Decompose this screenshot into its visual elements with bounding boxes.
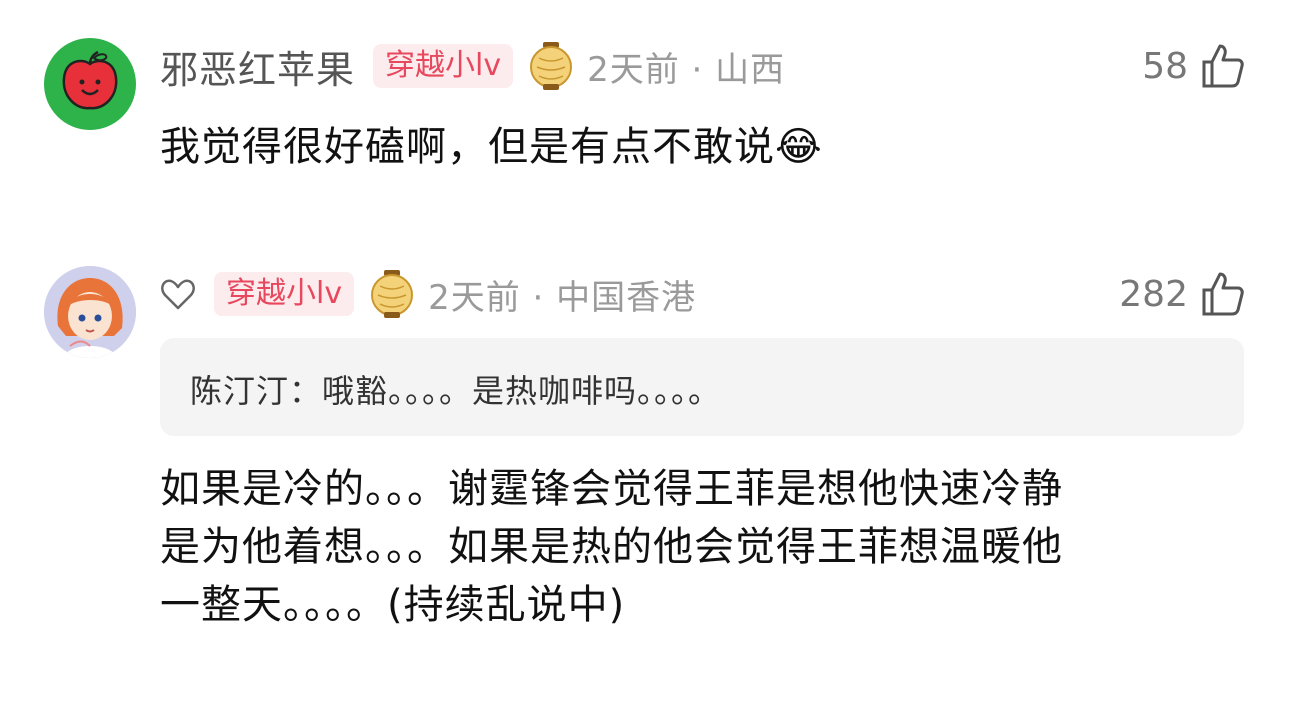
- timestamp-location: 2天前 · 山西: [587, 49, 786, 90]
- comment-line: 一整天。。。。(持续乱说中): [160, 582, 626, 628]
- avatar[interactable]: [44, 38, 136, 130]
- comment-line: 是为他着想。。。如果是热的他会觉得王菲想温暖他: [160, 524, 1063, 570]
- thumbs-up-icon: [1202, 44, 1244, 88]
- lantern-icon: [530, 42, 573, 90]
- timestamp-location: 2天前 · 中国香港: [428, 277, 697, 318]
- comment-text: 我觉得很好磕啊，但是有点不敢说😂: [160, 114, 823, 172]
- anime-girl-avatar-icon: [44, 266, 136, 358]
- avatar[interactable]: [44, 266, 136, 358]
- like-button[interactable]: 282: [1119, 268, 1246, 320]
- level-badge: 穿越小lv: [373, 44, 514, 88]
- username[interactable]: 邪恶红苹果: [160, 39, 355, 94]
- thumbs-up-icon: [1202, 272, 1244, 316]
- comment-line: 如果是冷的。。。谢霆锋会觉得王菲是想他快速冷静: [160, 466, 1063, 512]
- like-button[interactable]: 58: [1142, 40, 1246, 92]
- apple-face-icon: [62, 50, 118, 110]
- comment-text: 如果是冷的。。。谢霆锋会觉得王菲是想他快速冷静 是为他着想。。。如果是热的他会觉…: [160, 460, 1063, 634]
- quoted-reply-text: 陈汀汀：哦豁。。。。是热咖啡吗。。。。: [190, 372, 722, 410]
- level-badge: 穿越小lv: [214, 272, 355, 316]
- heart-icon[interactable]: [160, 276, 196, 312]
- laughing-emoji-icon: 😂: [775, 124, 823, 170]
- like-count: 58: [1142, 45, 1188, 87]
- quoted-reply[interactable]: 陈汀汀：哦豁。。。。是热咖啡吗。。。。: [160, 338, 1244, 436]
- lantern-icon: [371, 270, 414, 318]
- comment-text-content: 我觉得很好磕啊，但是有点不敢说: [160, 124, 775, 170]
- like-count: 282: [1119, 273, 1188, 315]
